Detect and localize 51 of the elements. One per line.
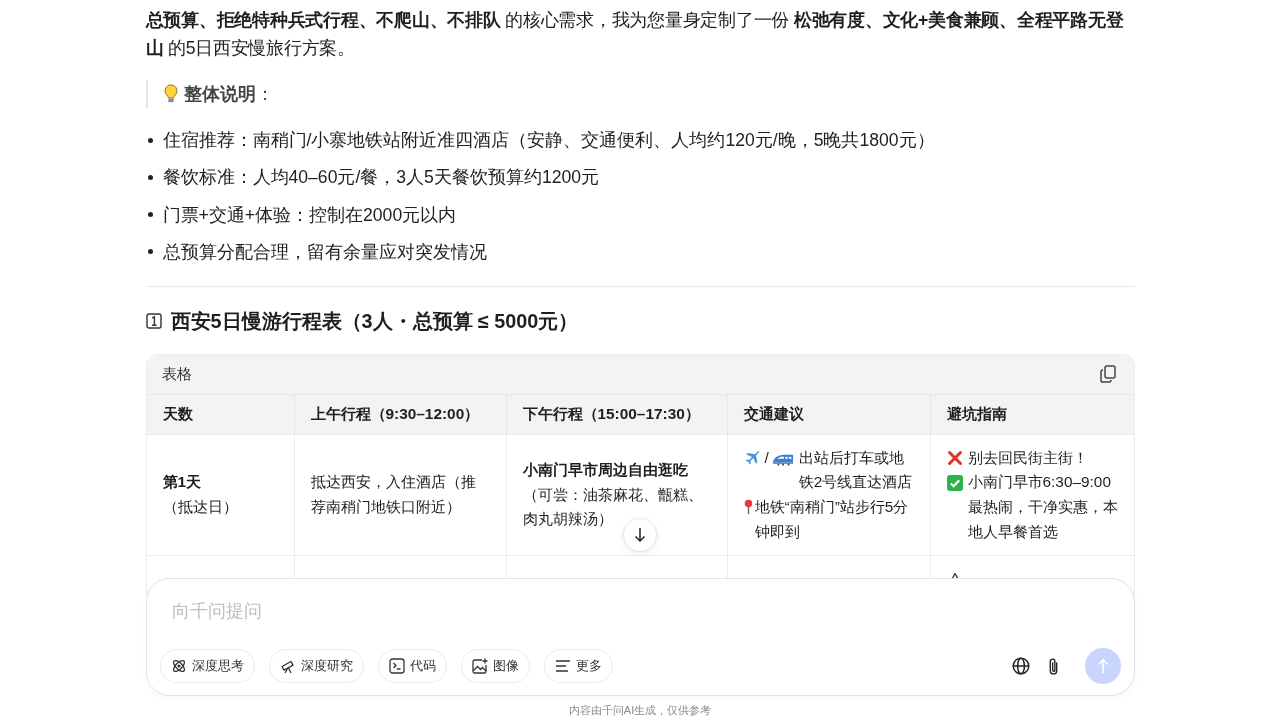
bullet-text: 住宿推荐：南稍门/小寨地铁站附近准四酒店（安静、交通便利、人均约120元/晚，5晚共1800元）	[162, 129, 935, 152]
intro-paragraph: 总预算、拒绝特种兵式行程、不爬山、不排队 的核心需求，我为您量身定制了一份 松弛有度、文化+美食兼顾、全程平路无登山 的5日西安慢旅行方案。	[145, 9, 1125, 60]
menu-icon	[554, 658, 571, 674]
cell-text: 小南门早市周边自由逛吃	[522, 461, 688, 479]
section-heading: 西安5日慢游行程表（3人・总预算 ≤ 5000元）	[170, 308, 579, 334]
keycap-icon	[145, 312, 162, 329]
pushpin-icon	[743, 499, 753, 516]
copy-icon[interactable]	[1099, 365, 1116, 384]
column-header: 交通建议	[726, 394, 930, 434]
atom-icon	[170, 658, 187, 674]
bullet-icon	[147, 249, 153, 255]
cell-text: （可尝：油茶麻花、甑糕、肉丸胡辣汤）	[522, 485, 703, 528]
bullet-icon	[147, 174, 153, 180]
separator-text: /	[764, 447, 769, 468]
image-icon	[471, 658, 488, 674]
arrow-up-icon	[1096, 658, 1109, 674]
bullet-text: 门票+交通+体验：控制在2000元以内	[162, 203, 457, 227]
cell-text: 小南门早市6:30–9:00最热闹，干净实惠，本地人早餐首选	[967, 472, 1118, 542]
cell-text: 第1天	[162, 473, 202, 491]
scroll-down-button[interactable]	[623, 518, 657, 552]
cell-text: 出站后打车或地铁2号线直达酒店	[798, 447, 914, 493]
prompt-input[interactable]: 向千问提问	[171, 594, 772, 628]
bullet-text: 总预算分配合理，留有余量应对突发情况	[162, 240, 487, 264]
table-caption: 表格	[161, 363, 192, 384]
note-title: 整体说明：	[183, 83, 274, 106]
bullet-icon	[147, 212, 153, 218]
cross-icon	[946, 450, 963, 467]
lightbulb-icon	[163, 84, 178, 104]
disclaimer-text: 内容由千问AI生成，仅供参考	[568, 703, 712, 718]
cell-text: （抵达日）	[162, 498, 238, 516]
paperclip-icon[interactable]	[1047, 656, 1059, 676]
feature-button[interactable]: 深度思考	[159, 649, 255, 683]
feature-button[interactable]: 深度研究	[268, 649, 364, 683]
feature-button[interactable]: 图像	[460, 649, 530, 683]
cell-text: 别去回民街主街！	[967, 447, 1088, 468]
column-header: 下午行程（15:00–17:30）	[505, 394, 727, 434]
arrow-down-icon	[634, 527, 646, 543]
globe-icon[interactable]	[1011, 657, 1030, 675]
airplane-icon	[743, 450, 760, 467]
cell-text: 地铁“南稍门”站步行5分钟即到	[754, 497, 910, 542]
terminal-icon	[388, 658, 405, 674]
feature-button[interactable]: 代码	[377, 649, 447, 683]
column-header: 天数	[146, 394, 294, 434]
column-header: 避坑指南	[929, 394, 1134, 434]
cell-text: 抵达西安，入住酒店（推荐南稍门地铁口附近）	[310, 473, 476, 516]
bullet-text: 餐饮标准：人均40–60元/餐，3人5天餐饮预算约1200元	[162, 166, 600, 190]
bullet-icon	[147, 137, 153, 143]
check-icon	[946, 474, 963, 491]
telescope-icon	[279, 658, 296, 674]
column-header: 上午行程（9:30–12:00）	[293, 394, 506, 434]
feature-button[interactable]: 更多	[543, 649, 613, 683]
